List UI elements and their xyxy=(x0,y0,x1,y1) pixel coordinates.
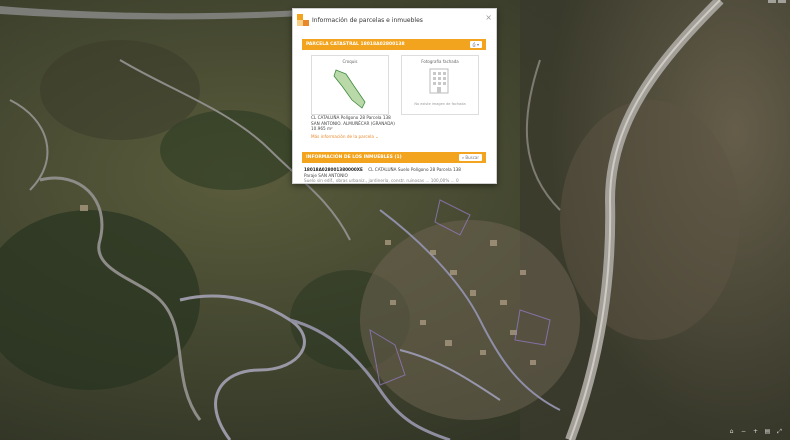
chevron-down-icon: ⌄ xyxy=(375,134,379,139)
popup-header: Información de parcelas e inmuebles × xyxy=(293,9,496,31)
map-top-controls xyxy=(768,0,786,4)
property-use: Suelo sin edif., obras urbaniz., jardine… xyxy=(304,178,459,183)
parcel-area: 10.965 m² xyxy=(311,126,333,131)
address-line: CL CATALUÑA Polígono 28 Parcela 138 xyxy=(311,115,391,120)
print-icon[interactable]: ⎙ ▾ xyxy=(469,41,482,48)
search-button-label: Buscar xyxy=(465,155,479,160)
home-icon[interactable]: ⌂ xyxy=(727,427,736,436)
photo-label: Fotografía fachada xyxy=(421,59,459,64)
search-button[interactable]: ⌕ Buscar xyxy=(458,154,482,161)
popup-title: Información de parcelas e inmuebles xyxy=(312,17,423,24)
parcel-sketch xyxy=(333,69,366,109)
map-controls: ⌂ − + ▤ ⤢ xyxy=(727,427,784,437)
photo-box[interactable]: Fotografía fachada No existe imagen de f… xyxy=(401,55,479,115)
toolbar-handle[interactable] xyxy=(768,0,776,3)
properties-header: INFORMACIÓN DE LOS INMUEBLES (1) ⌕ Busca… xyxy=(302,152,486,163)
more-info-text: Más información de la parcela xyxy=(311,134,374,139)
building-photo-icon xyxy=(429,68,449,94)
zoom-in-icon[interactable]: + xyxy=(751,427,760,436)
layers-icon[interactable]: ▤ xyxy=(763,427,772,436)
info-popup: Información de parcelas e inmuebles × PA… xyxy=(292,8,497,184)
zoom-out-icon[interactable]: − xyxy=(739,427,748,436)
parcel-header-text: PARCELA CATASTRAL 18018A02800138 xyxy=(306,42,405,47)
photo-caption: No existe imagen de fachada xyxy=(414,102,466,106)
parcel-address: CL CATALUÑA Polígono 28 Parcela 138 SAN … xyxy=(311,115,395,132)
sketch-box[interactable]: Croquis xyxy=(311,55,389,115)
properties-header-text: INFORMACIÓN DE LOS INMUEBLES (1) xyxy=(306,155,402,160)
parcel-header: PARCELA CATASTRAL 18018A02800138 ⎙ ▾ xyxy=(302,39,486,50)
property-reference[interactable]: 18018A028001380000XE xyxy=(304,167,363,172)
sketch-label: Croquis xyxy=(342,59,358,64)
more-info-link[interactable]: Más información de la parcela ⌄ xyxy=(311,134,379,140)
property-address: CL CATALUÑA Suelo Polígono 28 Parcela 13… xyxy=(368,167,461,172)
fullscreen-icon[interactable]: ⤢ xyxy=(775,427,784,436)
catastro-logo-icon xyxy=(297,14,309,26)
toolbar-handle[interactable] xyxy=(778,0,786,3)
close-icon[interactable]: × xyxy=(485,13,492,22)
